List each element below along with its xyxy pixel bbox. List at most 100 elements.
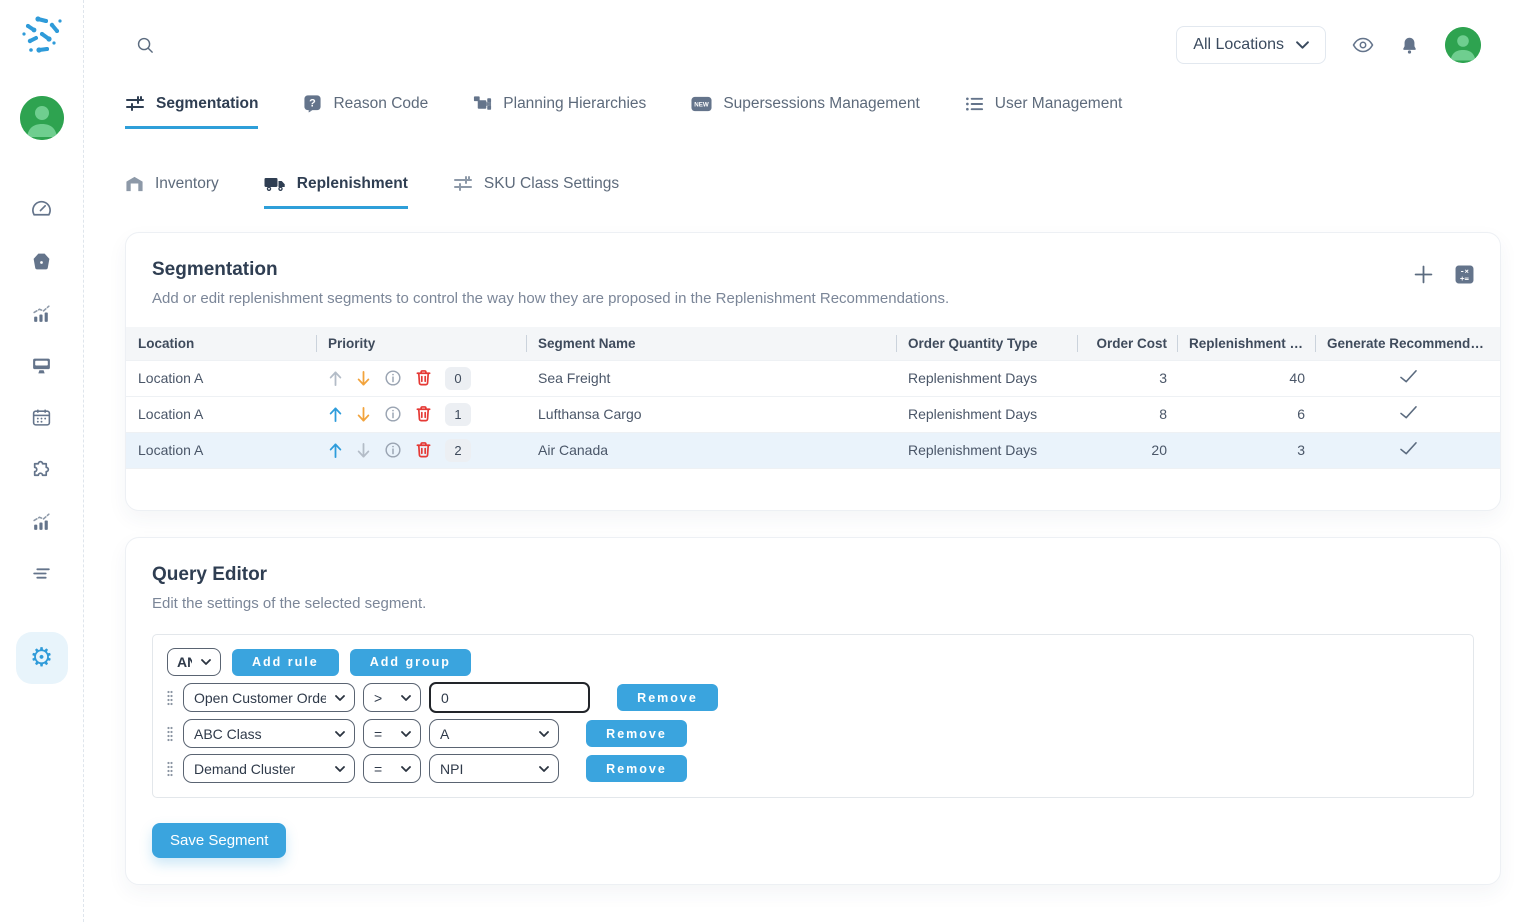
info-icon[interactable] [384, 369, 402, 387]
query-editor-card: Query Editor Edit the settings of the se… [125, 537, 1501, 885]
location-selector[interactable]: All Locations [1176, 26, 1326, 64]
move-up-button[interactable] [328, 406, 343, 423]
rule-value-select[interactable]: NPI [429, 754, 559, 783]
subtab-replenishment[interactable]: Replenishment [264, 175, 408, 209]
new-badge-icon: NEW [691, 96, 712, 112]
analytics-chart-icon[interactable] [31, 302, 53, 324]
tab-supersessions-management[interactable]: NEW Supersessions Management [691, 94, 919, 129]
bell-icon[interactable] [1400, 36, 1419, 55]
check-icon [1399, 443, 1418, 459]
query-editor-title: Query Editor [152, 564, 426, 586]
move-down-button[interactable] [356, 406, 371, 423]
main-content: All Locations [84, 0, 1514, 922]
tab-label: Segmentation [156, 95, 258, 113]
rule-value-select[interactable]: A [429, 719, 559, 748]
move-down-button[interactable] [356, 370, 371, 387]
move-up-button [328, 370, 343, 387]
info-icon[interactable] [384, 405, 402, 423]
save-segment-button[interactable]: Save Segment [152, 823, 286, 858]
drag-handle[interactable] [167, 724, 175, 744]
tab-label: SKU Class Settings [484, 175, 619, 193]
add-group-button[interactable]: Add group [350, 649, 471, 676]
cell-replenishment-days: 40 [1177, 360, 1315, 396]
col-priority: Priority [316, 327, 526, 360]
info-icon[interactable] [384, 441, 402, 459]
col-order-cost: Order Cost [1077, 327, 1177, 360]
cell-location: Location A [126, 396, 316, 432]
segmentation-card: Segmentation Add or edit replenishment s… [125, 232, 1501, 511]
app-logo-icon [18, 12, 66, 60]
cell-order-quantity-type: Replenishment Days [896, 432, 1077, 468]
rule-field-select[interactable]: ABC Class [183, 719, 355, 748]
priority-controls: 2 [328, 439, 516, 462]
col-order-quantity-type: Order Quantity Type [896, 327, 1077, 360]
check-icon [1399, 371, 1418, 387]
drag-handle[interactable] [167, 759, 175, 779]
subtab-sku-class-settings[interactable]: SKU Class Settings [453, 175, 619, 209]
combinator-select[interactable]: AND [167, 648, 221, 676]
priority-badge: 2 [445, 439, 471, 462]
priority-controls: 1 [328, 403, 516, 426]
table-row[interactable]: Location A 1 Lufthansa Cargo Replenishme… [126, 396, 1500, 432]
rule-field-select[interactable]: Demand Cluster [183, 754, 355, 783]
rule-field-select[interactable]: Open Customer Orders [183, 683, 355, 712]
col-replenishment-days: Replenishment Days [1177, 327, 1315, 360]
rule-row: Open Customer Orders > Remove [167, 682, 1459, 713]
rule-operator-select[interactable]: = [363, 719, 421, 748]
add-segment-button[interactable] [1414, 265, 1433, 284]
segmentation-title: Segmentation [152, 259, 949, 281]
rule-operator-select[interactable]: = [363, 754, 421, 783]
move-up-button[interactable] [328, 442, 343, 459]
query-builder: AND Add rule Add group Open Customer Ord… [152, 634, 1474, 798]
cell-segment-name: Sea Freight [526, 360, 896, 396]
table-row-selected[interactable]: Location A 2 Air Canada Replenishment Da… [126, 432, 1500, 468]
rule-value-input[interactable] [429, 682, 590, 713]
sub-tab-bar: Inventory Replenishment SKU Class Settin… [84, 175, 1514, 209]
add-rule-button[interactable]: Add rule [232, 649, 339, 676]
calculator-icon[interactable]: -× += [1455, 265, 1474, 284]
cell-segment-name: Air Canada [526, 432, 896, 468]
user-avatar[interactable] [20, 96, 64, 140]
main-tab-bar: Segmentation ? Reason Code Planning Hier… [84, 94, 1514, 129]
layers-lines-icon[interactable] [31, 562, 53, 584]
tab-user-management[interactable]: User Management [965, 94, 1123, 129]
settings-nav-active[interactable]: ⚙ [16, 632, 68, 684]
cell-location: Location A [126, 432, 316, 468]
search-icon[interactable] [136, 36, 155, 55]
drag-handle[interactable] [167, 688, 175, 708]
calendar-icon[interactable] [31, 406, 53, 428]
delete-icon[interactable] [415, 405, 432, 423]
profile-avatar[interactable] [1445, 27, 1481, 63]
plus-icon [1414, 265, 1433, 284]
cell-order-cost: 20 [1077, 432, 1177, 468]
query-editor-header: Query Editor Edit the settings of the se… [126, 538, 1500, 612]
delete-icon[interactable] [415, 441, 432, 459]
gear-icon: ⚙ [30, 645, 53, 671]
delete-icon[interactable] [415, 369, 432, 387]
tab-label: Reason Code [333, 95, 428, 113]
dashboard-gauge-icon[interactable] [31, 198, 53, 220]
rule-operator-select[interactable]: > [363, 683, 421, 712]
eye-icon[interactable] [1352, 37, 1374, 53]
sidebar-nav [31, 198, 53, 584]
remove-rule-button[interactable]: Remove [586, 755, 687, 782]
remove-rule-button[interactable]: Remove [586, 720, 687, 747]
cell-order-quantity-type: Replenishment Days [896, 360, 1077, 396]
subtab-inventory[interactable]: Inventory [125, 175, 219, 209]
check-icon [1399, 407, 1418, 423]
tab-segmentation[interactable]: Segmentation [125, 94, 258, 129]
tab-planning-hierarchies[interactable]: Planning Hierarchies [473, 94, 646, 129]
segments-table: Location Priority Segment Name Order Qua… [126, 327, 1500, 468]
puzzle-icon[interactable] [31, 458, 53, 480]
tab-reason-code[interactable]: ? Reason Code [303, 94, 428, 129]
monitor-icon[interactable] [31, 354, 53, 376]
reports-chart-icon[interactable] [31, 510, 53, 532]
question-icon: ? [303, 94, 322, 113]
priority-controls: 0 [328, 367, 516, 390]
basket-icon[interactable] [31, 250, 53, 272]
cell-order-quantity-type: Replenishment Days [896, 396, 1077, 432]
sliders-icon [453, 175, 473, 193]
remove-rule-button[interactable]: Remove [617, 684, 718, 711]
table-row[interactable]: Location A 0 Sea Freight Replenishment D… [126, 360, 1500, 396]
col-generate-recommendations: Generate Recommendat... [1315, 327, 1500, 360]
